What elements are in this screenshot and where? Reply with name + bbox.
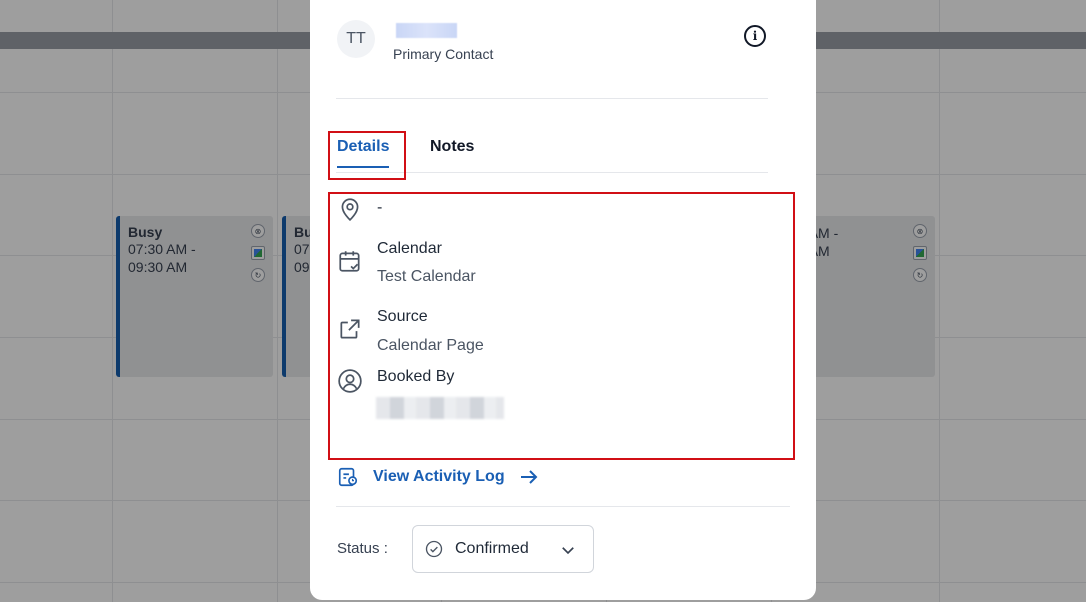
tab-notes[interactable]: Notes [430, 138, 474, 166]
chevron-down-icon [562, 547, 574, 555]
info-icon[interactable]: i [744, 25, 766, 47]
highlight-box-details [328, 192, 795, 460]
activity-log-icon [338, 467, 358, 487]
check-circle-icon [425, 540, 443, 558]
divider [336, 506, 790, 507]
contact-row: TT Primary Contact i [337, 20, 777, 76]
status-value: Confirmed [455, 540, 529, 557]
contact-name-redacted [396, 23, 457, 38]
status-dropdown[interactable]: Confirmed [412, 525, 594, 573]
avatar: TT [337, 20, 375, 58]
contact-role: Primary Contact [393, 46, 494, 62]
highlight-box-tab [328, 131, 406, 180]
status-label: Status : [337, 540, 388, 557]
arrow-right-icon [520, 470, 538, 484]
appointment-modal: TT Primary Contact i Details Notes - Cal… [310, 0, 816, 600]
activity-log-label: View Activity Log [373, 468, 505, 485]
view-activity-log-link[interactable]: View Activity Log [337, 465, 539, 489]
divider [336, 98, 768, 99]
status-row: Status : Confirmed [337, 525, 797, 573]
